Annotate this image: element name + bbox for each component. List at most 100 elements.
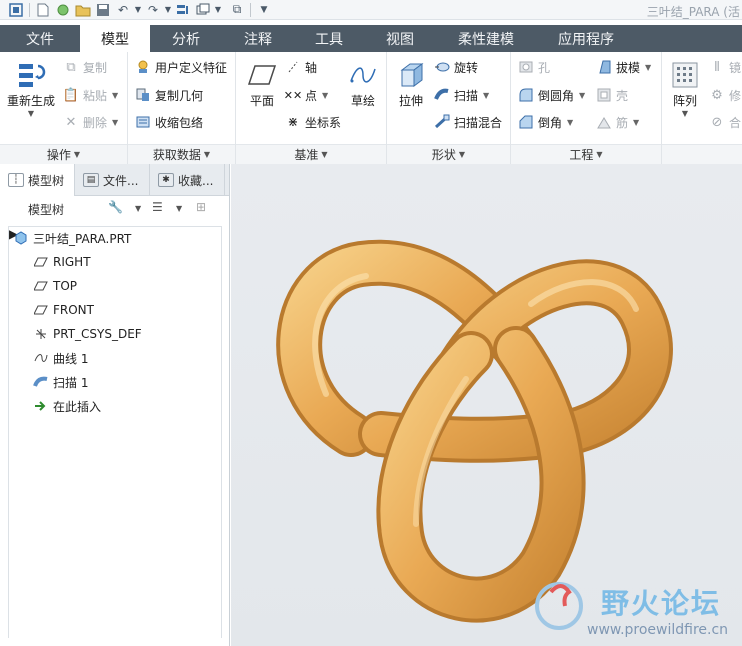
- chamfer-label: 倒角: [538, 115, 563, 130]
- hole-icon: [517, 58, 535, 76]
- sweep-icon: [433, 86, 451, 104]
- close-window-icon[interactable]: ⧉: [227, 1, 247, 19]
- tab-model-tree-label: 模型树: [28, 173, 65, 188]
- tree-node-csys[interactable]: PRT_CSYS_DEF: [33, 323, 142, 345]
- open-folder-icon[interactable]: [73, 1, 93, 19]
- paste-button[interactable]: 📋 粘贴 ▼: [62, 84, 118, 106]
- regenerate-button[interactable]: 重新生成 ▼: [4, 58, 58, 118]
- extrude-button[interactable]: 拉伸: [393, 58, 429, 109]
- save-icon[interactable]: [93, 1, 113, 19]
- shrinkwrap-button[interactable]: 收缩包络: [134, 111, 203, 133]
- draft-button[interactable]: 拔模 ▼: [595, 56, 651, 78]
- window-dropdown-icon[interactable]: ▼: [213, 1, 223, 19]
- app-icon[interactable]: [6, 1, 26, 19]
- settings-tools-icon[interactable]: 🔧: [108, 200, 123, 214]
- chevron-down-icon[interactable]: ▼: [176, 204, 182, 213]
- tree-node-label: FRONT: [53, 303, 94, 317]
- new-icon[interactable]: [33, 1, 53, 19]
- tab-file-browser[interactable]: ▤ 文件...: [75, 164, 150, 196]
- swept-blend-button[interactable]: 扫描混合: [433, 111, 502, 133]
- tree-node-front[interactable]: FRONT: [33, 299, 94, 321]
- shell-label: 壳: [616, 88, 629, 103]
- axis-button[interactable]: 轴: [284, 56, 317, 78]
- group-label-operations[interactable]: 操作 ▼: [0, 144, 127, 164]
- tab-view[interactable]: 视图: [364, 25, 436, 52]
- redo-icon[interactable]: ↷: [143, 1, 163, 19]
- csys-label: 坐标系: [305, 115, 342, 130]
- group-shapes: 拉伸 旋转 扫描 ▼ 扫描混合 形状 ▼: [387, 52, 511, 164]
- open-session-icon[interactable]: [53, 1, 73, 19]
- tree-node-part[interactable]: 三叶结_PARA.PRT: [13, 227, 131, 249]
- sweep-icon: [33, 374, 49, 390]
- chevron-down-icon: ▼: [458, 150, 466, 159]
- chevron-down-icon: ▼: [579, 90, 586, 100]
- point-button[interactable]: ✕✕ 点 ▼: [284, 84, 328, 106]
- undo-dropdown-icon[interactable]: ▼: [133, 1, 143, 19]
- tab-model-tree[interactable]: ┆ 模型树: [0, 164, 75, 196]
- merge-button[interactable]: ⊘ 合: [708, 111, 741, 133]
- group-label-shapes[interactable]: 形状 ▼: [387, 144, 510, 164]
- group-label-datum[interactable]: 基准 ▼: [236, 144, 386, 164]
- tab-tools[interactable]: 工具: [294, 25, 364, 52]
- shell-button[interactable]: 壳: [595, 84, 628, 106]
- hole-button[interactable]: 孔: [517, 56, 550, 78]
- round-button[interactable]: 倒圆角 ▼: [517, 84, 585, 106]
- watermark-url: www.proewildfire.cn: [587, 622, 729, 638]
- regenerate-label: 重新生成: [6, 94, 55, 108]
- sketch-button[interactable]: 草绘: [344, 58, 382, 109]
- swept-blend-label: 扫描混合: [454, 115, 503, 130]
- curve-icon: [33, 350, 49, 366]
- plane-label: 平面: [249, 94, 274, 108]
- filter-icon[interactable]: ⊞: [196, 200, 206, 214]
- copy-button[interactable]: ⧉ 复制: [62, 56, 107, 78]
- delete-button[interactable]: ✕ 删除 ▼: [62, 111, 119, 133]
- tree-node-insert-here[interactable]: 在此插入: [33, 395, 101, 417]
- modify-icon: ⚙: [711, 87, 723, 103]
- revolve-label: 旋转: [454, 60, 479, 75]
- tab-favorites[interactable]: ✱ 收藏...: [150, 164, 225, 196]
- tree-node-label: 三叶结_PARA.PRT: [33, 231, 132, 246]
- tab-applications[interactable]: 应用程序: [536, 25, 636, 52]
- tab-annotate[interactable]: 注释: [222, 25, 294, 52]
- customize-icon[interactable]: ▼: [254, 1, 274, 19]
- undo-icon[interactable]: ↶: [113, 1, 133, 19]
- mirror-button[interactable]: ⫴ 镜: [708, 56, 741, 78]
- modify-button[interactable]: ⚙ 修: [708, 84, 741, 106]
- graphics-viewport[interactable]: 野火论坛 www.proewildfire.cn: [231, 164, 742, 646]
- ribbon-tabs: 文件 模型 分析 注释 工具 视图 柔性建模 应用程序: [0, 25, 742, 52]
- watermark-title: 野火论坛: [601, 587, 722, 620]
- shrinkwrap-icon: [134, 113, 152, 131]
- copy-geometry-button[interactable]: 复制几何: [134, 84, 203, 106]
- shrinkwrap-label: 收缩包络: [155, 115, 204, 130]
- tab-model[interactable]: 模型: [80, 25, 150, 52]
- tree-node-curve[interactable]: 曲线 1: [33, 347, 88, 369]
- toolbar-separator: [250, 2, 251, 17]
- regenerate-icon[interactable]: [173, 1, 193, 19]
- chevron-down-icon[interactable]: ▼: [135, 204, 141, 213]
- tree-node-right[interactable]: RIGHT: [33, 251, 91, 273]
- chamfer-button[interactable]: 倒角 ▼: [517, 111, 573, 133]
- rib-button[interactable]: 筋 ▼: [595, 111, 639, 133]
- show-list-icon[interactable]: ☰: [152, 200, 163, 214]
- tab-file[interactable]: 文件: [0, 25, 80, 52]
- group-label-engineering[interactable]: 工程 ▼: [511, 144, 661, 164]
- udf-button[interactable]: 用户定义特征: [134, 56, 227, 78]
- group-label-editing[interactable]: [662, 144, 742, 164]
- revolve-button[interactable]: 旋转: [433, 56, 478, 78]
- plane-button[interactable]: 平面: [242, 58, 282, 109]
- group-label-text: 获取数据: [152, 148, 201, 162]
- window-icon[interactable]: [193, 1, 213, 19]
- redo-dropdown-icon[interactable]: ▼: [163, 1, 173, 19]
- group-engineering: 孔 倒圆角 ▼ 倒角 ▼ 拔模 ▼ 壳 筋 ▼ 工程 ▼: [511, 52, 662, 164]
- pattern-button[interactable]: 阵列 ▼: [666, 58, 704, 118]
- tab-flexible-modeling[interactable]: 柔性建模: [436, 25, 536, 52]
- csys-button[interactable]: ⋇ 坐标系: [284, 111, 341, 133]
- tree-node-sweep[interactable]: 扫描 1: [33, 371, 88, 393]
- tree-node-top[interactable]: TOP: [33, 275, 77, 297]
- tab-analysis[interactable]: 分析: [150, 25, 222, 52]
- group-label-get-data[interactable]: 获取数据 ▼: [128, 144, 235, 164]
- mirror-icon: ⫴: [714, 59, 720, 75]
- ribbon-panel: 重新生成 ▼ ⧉ 复制 📋 粘贴 ▼ ✕ 删除 ▼ 操作 ▼ 用户定义特征 复制几何 收缩包…: [0, 52, 742, 164]
- sweep-button[interactable]: 扫描 ▼: [433, 84, 489, 106]
- group-label-text: 操作: [46, 148, 71, 162]
